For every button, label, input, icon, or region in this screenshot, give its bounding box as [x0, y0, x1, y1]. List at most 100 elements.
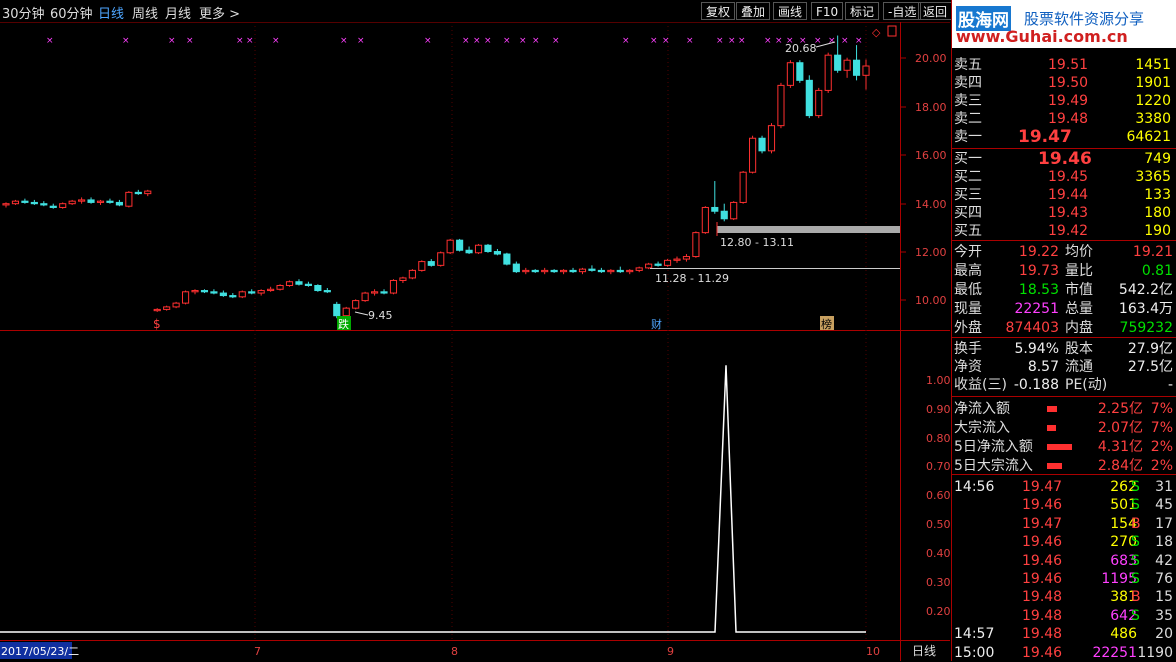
- zone2-label: 11.28 - 11.29: [655, 272, 729, 285]
- tick-row[interactable]: 19.46 683 S 42: [952, 552, 1176, 570]
- candle-body: [843, 59, 851, 71]
- signal-marker: ×: [728, 36, 736, 46]
- candle-body: [862, 65, 870, 76]
- flow-row[interactable]: 大宗流入 2.07亿 7%: [952, 419, 1176, 437]
- diamond-icon[interactable]: ◇: [872, 26, 881, 39]
- ask-row[interactable]: 卖三 19.49 1220: [952, 92, 1176, 110]
- ask-row[interactable]: 卖二 19.48 3380: [952, 110, 1176, 128]
- stat-label: 市值: [1065, 282, 1093, 298]
- event-marker-drop[interactable]: 跌: [338, 317, 349, 331]
- candle-body: [607, 269, 615, 273]
- bid-row[interactable]: 买二 19.45 3365: [952, 168, 1176, 186]
- ask-price: 19.51: [1048, 57, 1089, 73]
- tick-price: 19.48: [1022, 607, 1063, 624]
- candle-body: [635, 267, 643, 271]
- event-marker-finance[interactable]: 财: [651, 317, 662, 331]
- kline-chart[interactable]: × × × × × × × × × × × × × × × × × × × × × × × × × × × × × × × × 20.00 1…: [0, 22, 950, 661]
- tick-count: 18: [1155, 534, 1173, 551]
- candle-body: [805, 79, 813, 117]
- tab-60min[interactable]: 60分钟: [50, 3, 93, 22]
- candle-body: [824, 54, 832, 91]
- tick-side: S: [1131, 534, 1140, 551]
- flow-pct: 7%: [1150, 420, 1173, 436]
- event-marker-ranking[interactable]: 榜: [821, 317, 832, 331]
- tick-row[interactable]: 19.46 1195 S 76: [952, 570, 1176, 588]
- tick-count: 35: [1155, 607, 1173, 624]
- stat-row[interactable]: 最低 18.53 市值 542.2亿: [952, 281, 1176, 299]
- ask-volume: 1451: [1135, 57, 1171, 73]
- ask-label: 卖二: [954, 111, 982, 127]
- stat-label: 均价: [1065, 244, 1093, 260]
- bid-row[interactable]: 买五 19.42 190: [952, 222, 1176, 240]
- back-button[interactable]: 返回: [918, 2, 953, 20]
- fin-row[interactable]: 收益(三) -0.188 PE(动) -: [952, 376, 1176, 394]
- tab-weekly[interactable]: 周线: [132, 3, 158, 22]
- tab-30min[interactable]: 30分钟: [2, 3, 45, 22]
- event-marker-dividend[interactable]: $: [153, 317, 161, 331]
- fin-label: 收益(三): [954, 377, 1007, 393]
- remove-watchlist-button[interactable]: -自选: [883, 2, 922, 20]
- tab-daily[interactable]: 日线: [98, 3, 124, 22]
- tick-row[interactable]: 15:00 19.46 22251 1190: [952, 644, 1176, 662]
- candle-body: [229, 295, 237, 298]
- signal-marker: ×: [738, 36, 746, 46]
- tick-row[interactable]: 14:57 19.48 486 20: [952, 625, 1176, 643]
- ask-row[interactable]: 卖四 19.50 1901: [952, 74, 1176, 92]
- bid-row[interactable]: 买三 19.44 133: [952, 186, 1176, 204]
- ask-row[interactable]: 卖五 19.51 1451: [952, 56, 1176, 74]
- tab-more[interactable]: 更多 >: [199, 3, 240, 22]
- month-label: 10: [866, 645, 880, 658]
- flow-row[interactable]: 5日大宗流入 2.84亿 2%: [952, 457, 1176, 475]
- stat-row[interactable]: 最高 19.73 量比 0.81: [952, 262, 1176, 280]
- month-label: 9: [667, 645, 674, 658]
- tick-price: 19.46: [1022, 497, 1063, 514]
- candle-body: [578, 268, 587, 273]
- flow-bar: [1047, 463, 1062, 469]
- bid-row[interactable]: 买四 19.43 180: [952, 204, 1176, 222]
- candle-body: [68, 200, 76, 205]
- stat-label: 内盘: [1065, 320, 1093, 336]
- tab-monthly[interactable]: 月线: [165, 3, 191, 22]
- candle-body: [11, 200, 20, 205]
- fin-row[interactable]: 净资 8.57 流通 27.5亿: [952, 358, 1176, 376]
- tick-row[interactable]: 19.48 381 B 15: [952, 588, 1176, 606]
- signal-marker: ×: [622, 36, 630, 46]
- bid-row[interactable]: 买一 19.46 749: [952, 150, 1176, 168]
- stat-row[interactable]: 外盘 874403 内盘 759232: [952, 319, 1176, 337]
- high-label: 20.68: [785, 42, 817, 55]
- candle-body: [267, 288, 275, 292]
- mark-button[interactable]: 标记: [845, 2, 880, 20]
- flow-row[interactable]: 净流入额 2.25亿 7%: [952, 400, 1176, 418]
- candle-body: [49, 205, 57, 208]
- period-label[interactable]: 日线: [912, 644, 936, 658]
- flow-pct: 2%: [1150, 458, 1173, 474]
- f10-button[interactable]: F10: [811, 2, 844, 20]
- candle-body: [663, 259, 672, 266]
- candle-body: [295, 281, 303, 285]
- stat-row[interactable]: 今开 19.22 均价 19.21: [952, 243, 1176, 261]
- window-icon[interactable]: [887, 25, 897, 37]
- tick-side: S: [1131, 552, 1140, 569]
- tick-row[interactable]: 19.46 501 S 45: [952, 496, 1176, 514]
- candle-body: [550, 269, 558, 273]
- signal-marker: ×: [473, 36, 481, 46]
- signal-marker: ×: [775, 36, 783, 46]
- signal-marker: ×: [340, 36, 348, 46]
- candle-body: [106, 200, 114, 203]
- candle-body: [257, 290, 265, 294]
- tick-row[interactable]: 19.46 270 S 18: [952, 533, 1176, 551]
- overlay-button[interactable]: 叠加: [736, 2, 771, 20]
- tick-side: S: [1131, 607, 1140, 624]
- tick-row[interactable]: 19.47 154 B 17: [952, 515, 1176, 533]
- bid-label: 买四: [954, 205, 982, 221]
- stat-row[interactable]: 现量 22251 总量 163.4万: [952, 300, 1176, 318]
- restore-rights-button[interactable]: 复权: [701, 2, 736, 20]
- signal-marker: ×: [246, 36, 254, 46]
- ask-row[interactable]: 卖一 19.47 64621: [952, 128, 1176, 146]
- fin-row[interactable]: 换手 5.94% 股本 27.9亿: [952, 340, 1176, 358]
- draw-line-button[interactable]: 画线: [773, 2, 808, 20]
- tick-row[interactable]: 19.48 642 S 35: [952, 607, 1176, 625]
- signal-marker: ×: [686, 36, 694, 46]
- ask-price: 19.47: [1018, 127, 1072, 147]
- tick-row[interactable]: 14:56 19.47 262 S 31: [952, 478, 1176, 496]
